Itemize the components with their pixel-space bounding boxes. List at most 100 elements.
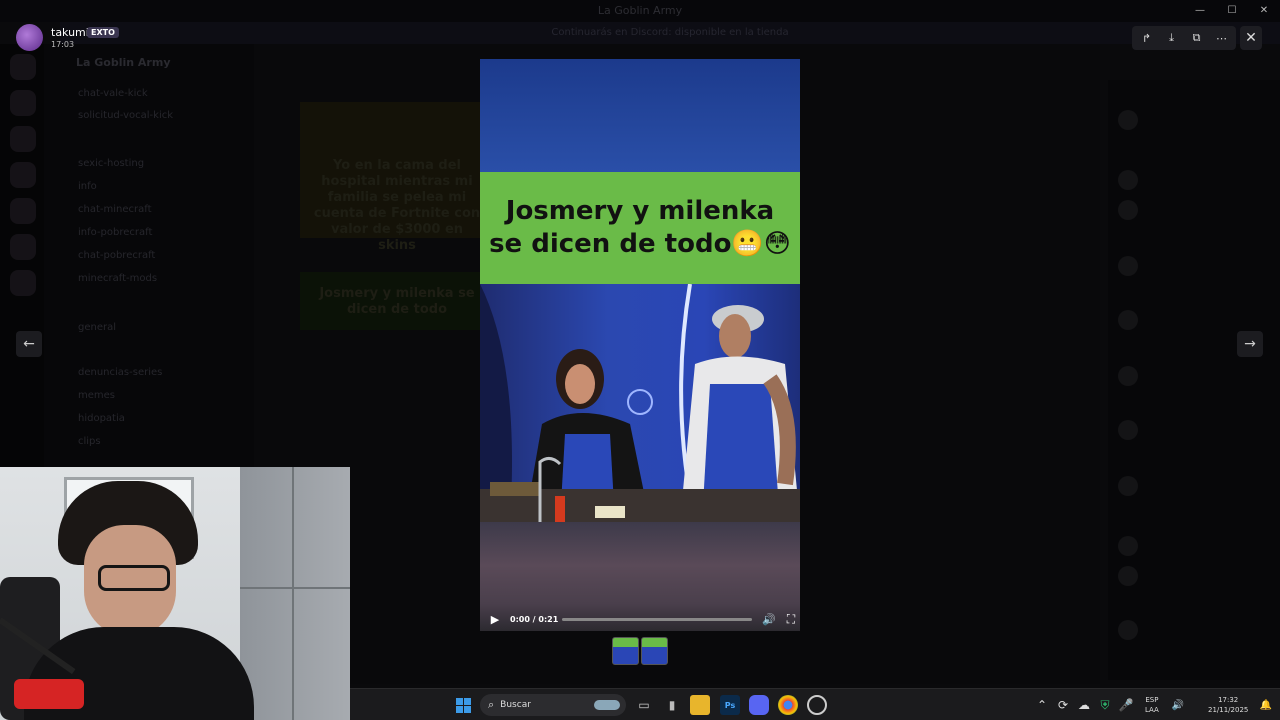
avatar[interactable] <box>16 24 43 51</box>
channel-item: clips <box>78 436 101 447</box>
more-icon: ⋯ <box>1216 31 1227 45</box>
clock-date: 21/11/2025 <box>1208 706 1249 714</box>
photoshop-button[interactable]: Ps <box>720 695 740 715</box>
media-thumbnail[interactable] <box>641 637 668 665</box>
channel-item: chat-minecraft <box>78 204 152 215</box>
channel-item: general <box>78 322 117 333</box>
media-actions-bar: ↱ ⤓ ⧉ ⋯ <box>1132 26 1236 50</box>
network-volume-button[interactable]: 🔊 <box>1168 695 1188 715</box>
channel-item: solicitud-vocal-kick <box>78 110 174 121</box>
taskbar-search[interactable]: ⌕ Buscar <box>480 694 626 716</box>
maximize-button[interactable]: ☐ <box>1216 0 1248 22</box>
channel-item: memes <box>78 390 115 401</box>
close-viewer-button[interactable]: ✕ <box>1240 26 1262 50</box>
notifications-button[interactable]: 🔔 <box>1256 695 1276 715</box>
app-tool-icon: ▮ <box>668 698 676 712</box>
microphone-icon: 🎤 <box>1118 698 1134 712</box>
open-external-button[interactable]: ⧉ <box>1186 27 1208 49</box>
arrow-right-icon: → <box>1244 336 1256 352</box>
shield-icon: ⛨ <box>1100 697 1110 712</box>
window-controls: — ☐ ✕ <box>1184 0 1280 22</box>
file-explorer-button[interactable] <box>690 695 710 715</box>
channel-item: denuncias-series <box>78 367 163 378</box>
arrow-left-icon: ← <box>23 336 35 352</box>
previous-media-button[interactable]: ← <box>16 331 42 357</box>
clock[interactable]: 17:32 21/11/2025 <box>1208 695 1248 715</box>
windows-taskbar: ⌕ Buscar ▭ ▮ Ps ⌃ ⟳ ☁ ⛨ 🎤 ESP LAA 🔊 17:3… <box>350 688 1280 720</box>
chevron-up-icon: ⌃ <box>1036 698 1048 712</box>
webcam-person-glasses <box>98 565 170 591</box>
channel-item: info-pobrecraft <box>78 227 153 238</box>
video-caption-band: Josmery y milenka se dicen de todo😬😳 <box>480 172 800 284</box>
media-thumbnail[interactable] <box>612 637 639 665</box>
video-player[interactable]: Josmery y milenka se dicen de todo😬😳 ▶ 0… <box>480 59 800 631</box>
discord-button[interactable] <box>749 695 769 715</box>
webcam-overlay <box>0 467 350 720</box>
video-caption: Josmery y milenka se dicen de todo😬😳 <box>489 196 791 259</box>
keyboard-layout: LAA <box>1145 706 1159 714</box>
member-item <box>1118 536 1268 556</box>
member-item <box>1118 256 1268 276</box>
next-media-button[interactable]: → <box>1237 331 1263 357</box>
language-code: ESP <box>1145 696 1159 704</box>
channel-item: minecraft-mods <box>78 273 158 284</box>
channel-item: chat-vale-kick <box>78 88 148 99</box>
tray-app-icon: ⟳ <box>1057 698 1069 712</box>
server-icon <box>10 54 36 80</box>
volume-button[interactable]: 🔊 <box>760 613 778 626</box>
video-time: 0:00 / 0:21 <box>510 614 559 624</box>
member-item <box>1118 366 1268 386</box>
language-indicator[interactable]: ESP LAA <box>1145 695 1159 715</box>
play-button[interactable]: ▶ <box>484 613 506 626</box>
member-item <box>1118 420 1268 440</box>
clock-time: 17:32 <box>1218 696 1239 704</box>
tray-app-icon[interactable]: ⟳ <box>1053 695 1073 715</box>
server-icon <box>10 270 36 296</box>
close-icon: ✕ <box>1245 30 1257 46</box>
close-window-button[interactable]: ✕ <box>1248 0 1280 22</box>
server-icon <box>10 162 36 188</box>
author-username[interactable]: takumi <box>51 26 89 39</box>
start-button[interactable] <box>453 695 473 715</box>
member-item <box>1118 200 1268 220</box>
onedrive-button[interactable]: ☁ <box>1074 695 1094 715</box>
bell-icon: 🔔 <box>1259 699 1273 711</box>
media-viewer-header: takumi EXTO 17:03 ↱ ⤓ ⧉ ⋯ ✕ <box>0 22 1280 54</box>
open-external-icon: ⧉ <box>1192 31 1201 44</box>
webcam-microphone <box>14 679 84 709</box>
video-scene <box>480 284 800 522</box>
webcam-background-cabinet <box>240 467 350 720</box>
download-button[interactable]: ⤓ <box>1161 27 1183 49</box>
video-progress-bar[interactable] <box>562 617 752 621</box>
member-item <box>1118 170 1268 190</box>
member-item <box>1118 310 1268 330</box>
microphone-button[interactable]: 🎤 <box>1116 695 1136 715</box>
member-item <box>1118 110 1268 130</box>
search-icon: ⌕ <box>488 698 495 711</box>
video-controls: ▶ 0:00 / 0:21 🔊 ⛶ <box>480 607 800 631</box>
member-list <box>1108 80 1280 680</box>
photoshop-icon: Ps <box>724 700 736 710</box>
chrome-button[interactable] <box>778 695 798 715</box>
task-view-icon: ▭ <box>638 698 650 712</box>
search-highlight-icon <box>594 700 620 710</box>
channel-item: chat-pobrecraft <box>78 250 156 261</box>
tray-overflow-button[interactable]: ⌃ <box>1032 695 1052 715</box>
video-frame-top <box>480 59 800 172</box>
more-button[interactable]: ⋯ <box>1211 27 1233 49</box>
minimize-button[interactable]: — <box>1184 0 1216 22</box>
tray-security-button[interactable]: ⛨ <box>1095 695 1115 715</box>
taskbar-app-extra[interactable] <box>807 695 827 715</box>
fullscreen-icon: ⛶ <box>786 611 796 626</box>
member-item <box>1118 476 1268 496</box>
download-icon: ⤓ <box>1169 31 1174 44</box>
server-icon <box>10 90 36 116</box>
task-view-button[interactable]: ▭ <box>634 695 654 715</box>
taskbar-search-label: Buscar <box>500 700 531 710</box>
guild-name: La Goblin Army <box>76 56 171 69</box>
forward-button[interactable]: ↱ <box>1136 27 1158 49</box>
app-title: La Goblin Army <box>597 4 683 17</box>
user-tag-badge: EXTO <box>87 27 119 38</box>
fullscreen-button[interactable]: ⛶ <box>782 612 800 627</box>
taskbar-app-tool[interactable]: ▮ <box>662 695 682 715</box>
